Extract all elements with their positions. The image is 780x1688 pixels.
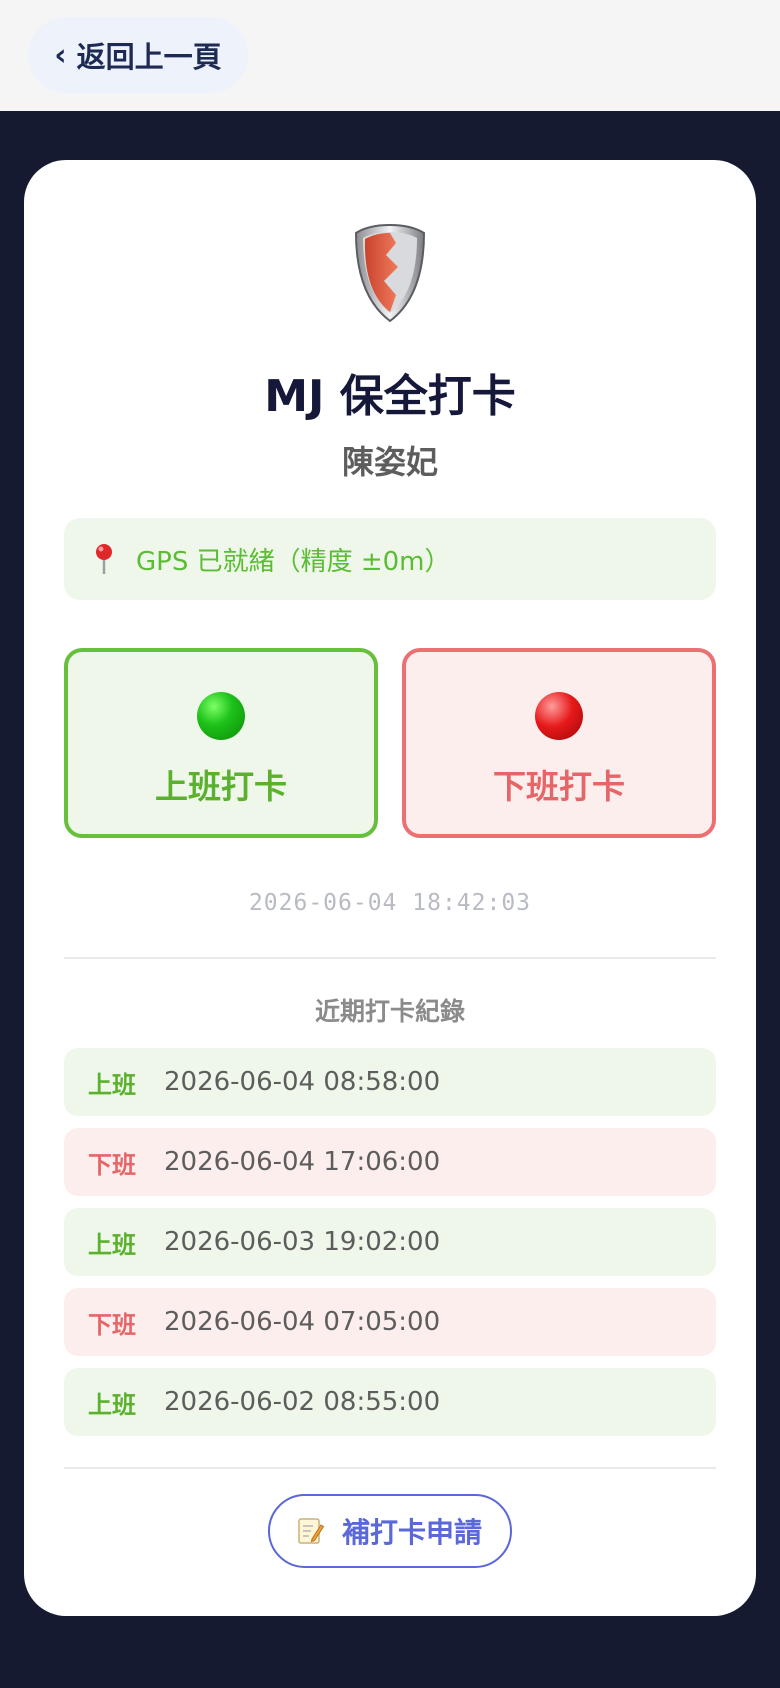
gps-status-bar: GPS 已就緒（精度 ±0m） — [64, 518, 716, 600]
red-circle-icon — [535, 692, 583, 740]
record-type: 上班 — [88, 1390, 136, 1419]
records-title: 近期打卡紀錄 — [314, 997, 465, 1026]
back-button-label: 返回上一頁 — [76, 40, 222, 74]
record-time: 2026-06-04 07:05:00 — [164, 1307, 441, 1337]
records-list: 上班 2026-06-04 08:58:00 下班 2026-06-04 17:… — [64, 1048, 716, 1448]
clock-in-label: 上班打卡 — [155, 767, 287, 806]
clock-out-button[interactable]: 下班打卡 — [402, 648, 716, 838]
map-pin-icon — [96, 544, 112, 574]
user-name: 陳姿妃 — [341, 443, 438, 481]
clock-out-label: 下班打卡 — [493, 767, 625, 806]
record-type: 下班 — [88, 1150, 136, 1179]
green-circle-icon — [197, 692, 245, 740]
list-item: 上班 2026-06-03 19:02:00 — [64, 1208, 716, 1276]
record-time: 2026-06-04 17:06:00 — [164, 1147, 441, 1177]
record-type: 下班 — [88, 1310, 136, 1339]
divider — [64, 957, 716, 959]
shield-icon — [354, 223, 426, 323]
record-time: 2026-06-04 08:58:00 — [164, 1067, 441, 1097]
clock-in-button[interactable]: 上班打卡 — [64, 648, 378, 838]
chevron-left-icon: ‹ — [54, 37, 67, 73]
clock-card: MJ 保全打卡 陳姿妃 GPS 已就緒（精度 ±0m） 上班打卡 下班打卡 20… — [24, 160, 756, 1616]
current-time: 2026-06-04 18:42:03 — [248, 890, 532, 916]
list-item: 下班 2026-06-04 07:05:00 — [64, 1288, 716, 1356]
record-type: 上班 — [88, 1230, 136, 1259]
list-item: 上班 2026-06-04 08:58:00 — [64, 1048, 716, 1116]
supplement-request-label: 補打卡申請 — [341, 1516, 482, 1549]
record-time: 2026-06-03 19:02:00 — [164, 1227, 441, 1257]
record-type: 上班 — [88, 1070, 136, 1099]
page-title: MJ 保全打卡 — [264, 371, 516, 422]
memo-icon — [298, 1518, 324, 1544]
divider — [64, 1467, 716, 1469]
supplement-request-button[interactable]: 補打卡申請 — [268, 1494, 512, 1568]
list-item: 下班 2026-06-04 17:06:00 — [64, 1128, 716, 1196]
gps-status-text: GPS 已就緒（精度 ±0m） — [136, 546, 451, 577]
list-item: 上班 2026-06-02 08:55:00 — [64, 1368, 716, 1436]
back-button[interactable]: ‹ 返回上一頁 — [28, 17, 248, 93]
record-time: 2026-06-02 08:55:00 — [164, 1387, 441, 1417]
top-bar: ‹ 返回上一頁 — [0, 0, 780, 111]
